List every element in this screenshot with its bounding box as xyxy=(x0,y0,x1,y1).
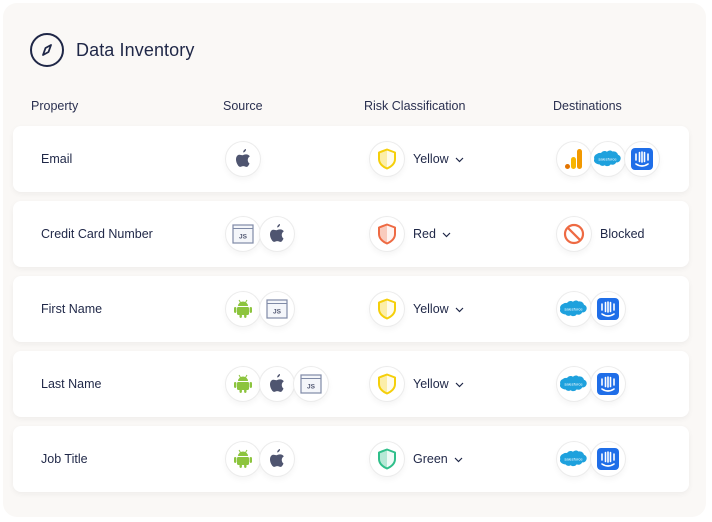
intercom-icon xyxy=(590,441,626,477)
destination-icons: salesforce xyxy=(556,441,626,477)
apple-icon xyxy=(259,216,295,252)
destination-icons: salesforce xyxy=(556,141,660,177)
source-icons: JS xyxy=(225,291,295,327)
blocked-label: Blocked xyxy=(600,227,645,241)
destination-icons: Blocked xyxy=(556,216,644,252)
chevron-down-icon[interactable] xyxy=(455,150,464,168)
property-name: Email xyxy=(41,152,73,166)
shield-icon xyxy=(369,441,405,477)
apple-icon xyxy=(259,441,295,477)
table-row[interactable]: Last Name JS Yellow salesforce xyxy=(13,351,689,417)
shield-icon xyxy=(369,141,405,177)
svg-text:JS: JS xyxy=(273,309,282,316)
shield-icon xyxy=(369,216,405,252)
header: Data Inventory xyxy=(30,33,194,67)
javascript-icon: JS xyxy=(225,216,261,252)
table-row[interactable]: Email Yellow salesforce xyxy=(13,126,689,192)
risk-label: Yellow xyxy=(413,377,449,391)
apple-icon xyxy=(259,366,295,402)
column-header-risk: Risk Classification xyxy=(364,99,466,113)
risk-dropdown[interactable]: Yellow xyxy=(369,366,464,402)
blocked-icon xyxy=(556,216,592,252)
destination-icons: salesforce xyxy=(556,291,626,327)
salesforce-icon: salesforce xyxy=(556,366,592,402)
android-icon xyxy=(225,291,261,327)
chevron-down-icon[interactable] xyxy=(454,450,463,468)
svg-text:salesforce: salesforce xyxy=(598,157,617,162)
javascript-icon: JS xyxy=(259,291,295,327)
shield-icon xyxy=(369,291,405,327)
salesforce-icon: salesforce xyxy=(590,141,626,177)
compass-icon xyxy=(30,33,64,67)
destination-icons: salesforce xyxy=(556,366,626,402)
source-icons: JS xyxy=(225,216,295,252)
page-title: Data Inventory xyxy=(76,39,195,60)
property-name: Credit Card Number xyxy=(41,227,153,241)
chevron-down-icon[interactable] xyxy=(442,225,451,243)
column-header-source: Source xyxy=(223,99,263,113)
risk-label: Red xyxy=(413,227,436,241)
salesforce-icon: salesforce xyxy=(556,291,592,327)
property-name: Job Title xyxy=(41,452,88,466)
property-name: Last Name xyxy=(41,377,102,391)
chevron-down-icon[interactable] xyxy=(455,300,464,318)
chevron-down-icon[interactable] xyxy=(455,375,464,393)
svg-text:JS: JS xyxy=(307,384,316,391)
svg-text:salesforce: salesforce xyxy=(564,457,583,462)
svg-text:salesforce: salesforce xyxy=(564,382,583,387)
intercom-icon xyxy=(590,291,626,327)
risk-label: Yellow xyxy=(413,152,449,166)
table-row[interactable]: First Name JS Yellow salesforce xyxy=(13,276,689,342)
risk-label: Green xyxy=(413,452,448,466)
salesforce-icon: salesforce xyxy=(556,441,592,477)
risk-dropdown[interactable]: Green xyxy=(369,441,463,477)
column-header-property: Property xyxy=(31,99,79,113)
source-icons xyxy=(225,141,261,177)
table-row[interactable]: Credit Card Number JS Red Blocked xyxy=(13,201,689,267)
source-icons xyxy=(225,441,295,477)
svg-text:JS: JS xyxy=(239,234,248,241)
risk-label: Yellow xyxy=(413,302,449,316)
svg-text:salesforce: salesforce xyxy=(564,307,583,312)
javascript-icon: JS xyxy=(293,366,329,402)
risk-dropdown[interactable]: Yellow xyxy=(369,141,464,177)
data-inventory-panel: Data Inventory Property Source Risk Clas… xyxy=(3,3,706,517)
android-icon xyxy=(225,366,261,402)
property-name: First Name xyxy=(41,302,103,316)
google-analytics-icon xyxy=(556,141,592,177)
table-row[interactable]: Job Title Green salesforce xyxy=(13,426,689,492)
apple-icon xyxy=(225,141,261,177)
risk-dropdown[interactable]: Red xyxy=(369,216,451,252)
intercom-icon xyxy=(624,141,660,177)
risk-dropdown[interactable]: Yellow xyxy=(369,291,464,327)
intercom-icon xyxy=(590,366,626,402)
source-icons: JS xyxy=(225,366,329,402)
column-header-destinations: Destinations xyxy=(553,99,622,113)
android-icon xyxy=(225,441,261,477)
shield-icon xyxy=(369,366,405,402)
